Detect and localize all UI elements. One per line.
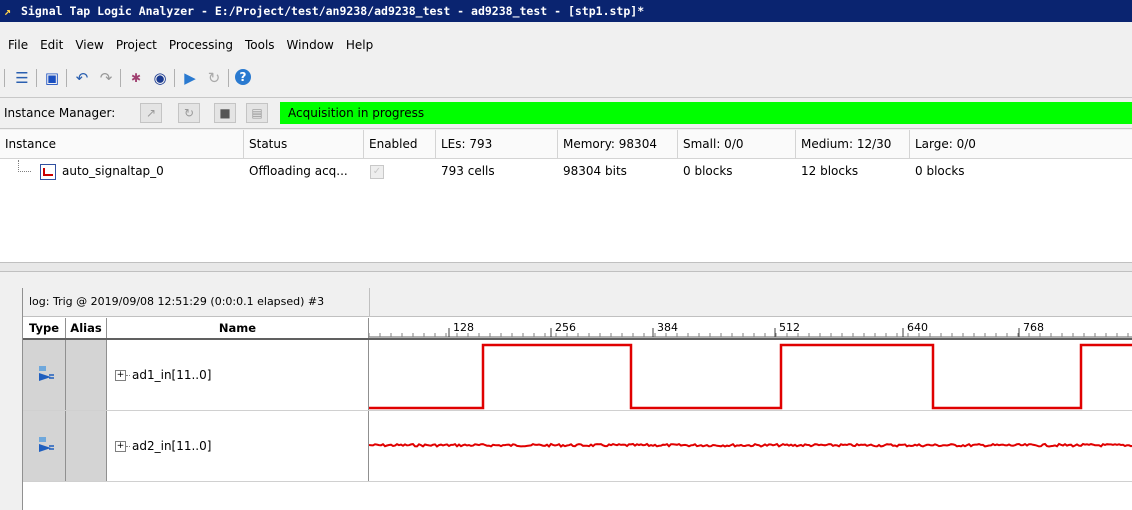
- menu-tools[interactable]: Tools: [241, 34, 279, 56]
- node-finder-icon[interactable]: ✱: [126, 68, 146, 88]
- col-les[interactable]: LEs: 793: [436, 130, 558, 158]
- undo-icon[interactable]: ↶: [72, 68, 92, 88]
- input-bus-icon: [39, 366, 54, 381]
- enabled-cell: ✓: [364, 160, 436, 182]
- run-analysis-button[interactable]: ↻: [178, 103, 200, 123]
- tree-connector: [126, 375, 130, 376]
- menu-processing[interactable]: Processing: [165, 34, 237, 56]
- waveform-trace[interactable]: [369, 411, 1132, 481]
- menu-view[interactable]: View: [71, 34, 107, 56]
- find-icon[interactable]: ◉: [150, 68, 170, 88]
- tree-connector: [18, 160, 31, 172]
- toolbar-separator: [174, 69, 175, 87]
- name-cell: + ad1_in[11..0]: [107, 340, 369, 410]
- tick-label: 128: [453, 321, 474, 334]
- instance-medium: 12 blocks: [801, 164, 859, 178]
- pane-splitter[interactable]: [0, 262, 1132, 272]
- col-instance[interactable]: Instance: [0, 130, 244, 158]
- help-icon[interactable]: ?: [234, 68, 254, 88]
- toolbar-separator: [228, 69, 229, 87]
- window-title: Signal Tap Logic Analyzer - E:/Project/t…: [21, 4, 645, 18]
- square-wave: [369, 343, 1132, 410]
- toolbar: ☰ ▣ ↶ ↷ ✱ ◉ ▶ ↻ ?: [0, 65, 1132, 91]
- waveform-log-panel: log: Trig @ 2019/09/08 12:51:29 (0:0:0.1…: [22, 288, 1132, 510]
- toolbar-separator: [36, 69, 37, 87]
- toolbar-grip: [4, 69, 5, 87]
- col-alias[interactable]: Alias: [66, 318, 107, 338]
- run-analysis-icon[interactable]: ▶: [180, 68, 200, 88]
- col-small[interactable]: Small: 0/0: [678, 130, 796, 158]
- signal-name: ad2_in[11..0]: [132, 439, 212, 453]
- alias-cell: [66, 340, 107, 410]
- menu-file[interactable]: File: [4, 34, 32, 56]
- save-icon[interactable]: ▣: [42, 68, 62, 88]
- signal-row[interactable]: + ad1_in[11..0]: [23, 340, 1132, 411]
- expand-icon[interactable]: +: [115, 441, 126, 452]
- toolbar-separator: [120, 69, 121, 87]
- title-bar: ↗ Signal Tap Logic Analyzer - E:/Project/…: [0, 0, 1132, 22]
- col-memory[interactable]: Memory: 98304: [558, 130, 678, 158]
- waveform-trace[interactable]: [369, 340, 1132, 410]
- instance-memory: 98304 bits: [563, 164, 627, 178]
- signal-tap-app-icon: ↗: [4, 4, 11, 18]
- instance-icon: [40, 163, 56, 180]
- setup-icon[interactable]: ☰: [12, 68, 32, 88]
- instance-cell: auto_signaltap_0: [34, 160, 244, 182]
- col-type[interactable]: Type: [23, 318, 66, 338]
- instance-table: Instance Status Enabled LEs: 793 Memory:…: [0, 130, 1132, 262]
- log-tab[interactable]: log: Trig @ 2019/09/08 12:51:29 (0:0:0.1…: [23, 288, 1132, 317]
- log-title: log: Trig @ 2019/09/08 12:51:29 (0:0:0.1…: [29, 295, 325, 308]
- signal-row[interactable]: + ad2_in[11..0]: [23, 411, 1132, 482]
- noise-trace: [369, 442, 1132, 448]
- col-large[interactable]: Large: 0/0: [910, 130, 1132, 158]
- col-enabled[interactable]: Enabled: [364, 130, 436, 158]
- tick-label: 256: [555, 321, 576, 334]
- name-cell: + ad2_in[11..0]: [107, 411, 369, 481]
- menu-help[interactable]: Help: [342, 34, 377, 56]
- instance-status: Offloading acq...: [249, 164, 348, 178]
- instance-les: 793 cells: [441, 164, 495, 178]
- instance-small: 0 blocks: [683, 164, 733, 178]
- enabled-checkbox[interactable]: ✓: [370, 164, 384, 179]
- col-status[interactable]: Status: [244, 130, 364, 158]
- svg-text:?: ?: [240, 70, 247, 84]
- tick-label: 384: [657, 321, 678, 334]
- read-data-button[interactable]: ▤: [246, 103, 268, 123]
- acquisition-status: Acquisition in progress: [280, 102, 1132, 124]
- tick-label: 768: [1023, 321, 1044, 334]
- waveform-header: Type Alias Name 128 256 384 512 640 768: [23, 318, 1132, 340]
- instance-name: auto_signaltap_0: [62, 164, 164, 178]
- type-cell: [23, 340, 66, 410]
- menu-window[interactable]: Window: [283, 34, 338, 56]
- col-medium[interactable]: Medium: 12/30: [796, 130, 910, 158]
- menu-bar: File Edit View Project Processing Tools Window…: [0, 34, 1132, 56]
- toolbar-separator: [66, 69, 67, 87]
- table-row[interactable]: auto_signaltap_0 Offloading acq... ✓ 793…: [0, 160, 1132, 182]
- menu-edit[interactable]: Edit: [36, 34, 67, 56]
- autorun-icon[interactable]: ↻: [204, 68, 224, 88]
- stop-analysis-button[interactable]: ■: [214, 103, 236, 123]
- tree-connector: [126, 446, 130, 447]
- menu-project[interactable]: Project: [112, 34, 161, 56]
- type-cell: [23, 411, 66, 481]
- tab-edge: [369, 288, 370, 316]
- instance-manager-bar: Instance Manager: ↗ ↻ ■ ▤ Acquisition in…: [0, 97, 1132, 129]
- alias-cell: [66, 411, 107, 481]
- input-bus-icon: [39, 437, 54, 452]
- autorun-analysis-button[interactable]: ↗: [140, 103, 162, 123]
- timescale-ruler[interactable]: 128 256 384 512 640 768: [369, 318, 1132, 338]
- instance-table-header: Instance Status Enabled LEs: 793 Memory:…: [0, 130, 1132, 159]
- tick-label: 640: [907, 321, 928, 334]
- signal-name: ad1_in[11..0]: [132, 368, 212, 382]
- col-name[interactable]: Name: [107, 318, 369, 338]
- instance-manager-label: Instance Manager:: [4, 106, 116, 120]
- instance-large: 0 blocks: [915, 164, 965, 178]
- expand-icon[interactable]: +: [115, 370, 126, 381]
- redo-icon[interactable]: ↷: [96, 68, 116, 88]
- tick-label: 512: [779, 321, 800, 334]
